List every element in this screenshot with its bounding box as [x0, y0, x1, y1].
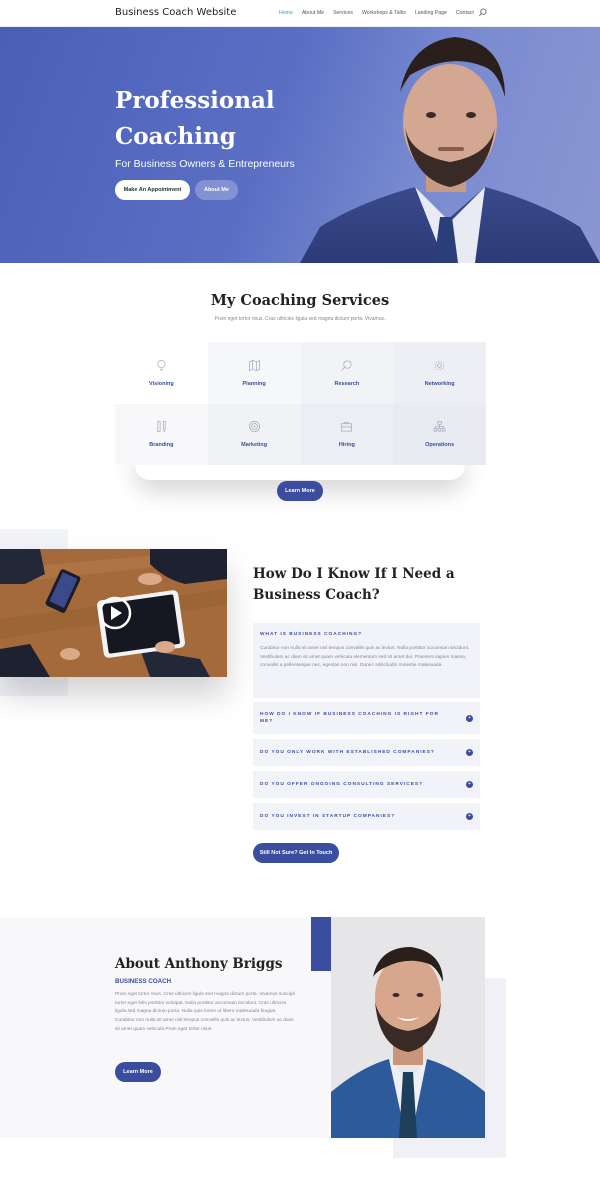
anthony-briggs-photo: [331, 917, 485, 1138]
about-role: BUSINESS COACH: [115, 978, 172, 985]
nav-item-landing[interactable]: Landing Page: [415, 10, 447, 16]
target-icon: [248, 421, 260, 433]
faq-question: DO YOU ONLY WORK WITH ESTABLISHED COMPAN…: [260, 750, 435, 755]
nav-item-services[interactable]: Services: [333, 10, 353, 16]
about-title: About Anthony Briggs: [115, 956, 283, 972]
service-label: Branding: [149, 442, 174, 449]
coach-portrait-image: [300, 37, 600, 263]
service-label: Operations: [425, 442, 455, 449]
faq-question: HOW DO I KNOW IF BUSINESS COACHING IS RI…: [260, 712, 439, 724]
nav-item-contact[interactable]: Contact: [456, 10, 474, 16]
faq-question: WHAT IS BUSINESS COACHING?: [260, 632, 363, 637]
faq-title: How Do I Know If I Need a Business Coach…: [253, 566, 455, 603]
expand-icon[interactable]: +: [466, 714, 473, 722]
faq-question: DO YOU OFFER ONGOING CONSULTING SERVICES…: [260, 782, 424, 787]
hero-subtitle: For Business Owners & Entrepreneurs: [115, 158, 295, 170]
nav-item-home[interactable]: Home: [279, 10, 293, 16]
services-grid: Visioning Planning Research Networking B…: [115, 342, 486, 465]
get-in-touch-button[interactable]: Still Not Sure? Get In Touch: [253, 843, 339, 863]
learn-more-button[interactable]: Learn More: [277, 481, 323, 501]
service-label: Marketing: [241, 442, 268, 449]
faq-item[interactable]: DO YOU INVEST IN STARTUP COMPANIES? +: [253, 803, 480, 830]
nav-item-workshops[interactable]: Workshops & Talks: [362, 10, 406, 16]
faq-item[interactable]: DO YOU ONLY WORK WITH ESTABLISHED COMPAN…: [253, 739, 480, 766]
org-chart-icon: [433, 421, 446, 432]
services-subtitle: Proin eget tortor risus. Cras ultricies …: [214, 316, 386, 322]
service-label: Networking: [424, 380, 455, 387]
service-card-planning[interactable]: Planning: [207, 342, 301, 404]
briefcase-icon: [341, 422, 353, 432]
expand-icon[interactable]: +: [466, 781, 473, 788]
service-label: Hiring: [338, 442, 355, 449]
top-navigation: Business Coach Website Home About Me Ser…: [0, 0, 600, 27]
accent-bar: [311, 917, 331, 971]
faq-item[interactable]: HOW DO I KNOW IF BUSINESS COACHING IS RI…: [253, 702, 480, 734]
service-label: Research: [334, 380, 360, 387]
service-label: Visioning: [149, 380, 174, 387]
hero-title: Professional Coaching: [115, 87, 275, 150]
service-card-marketing[interactable]: Marketing: [207, 403, 301, 465]
faq-item-open[interactable]: WHAT IS BUSINESS COACHING? Curabitur non…: [253, 623, 480, 698]
make-appointment-button[interactable]: Make An Appointment: [115, 180, 190, 200]
expand-icon[interactable]: +: [466, 813, 473, 820]
lightbulb-icon: [157, 359, 166, 371]
search-icon: [341, 360, 352, 371]
main-menu: Home About Me Services Workshops & Talks…: [279, 10, 474, 16]
about-description: Proin eget tortor risus. Cras ultricies …: [115, 992, 295, 1032]
faq-item[interactable]: DO YOU OFFER ONGOING CONSULTING SERVICES…: [253, 771, 480, 798]
service-card-visioning[interactable]: Visioning: [115, 342, 208, 404]
site-logo[interactable]: Business Coach Website: [115, 7, 236, 18]
map-icon: [248, 359, 260, 371]
services-title: My Coaching Services: [210, 292, 390, 309]
nav-item-about[interactable]: About Me: [302, 10, 324, 16]
about-learn-more-button[interactable]: Learn More: [115, 1062, 161, 1082]
service-card-networking[interactable]: Networking: [393, 342, 486, 404]
service-card-branding[interactable]: Branding: [115, 403, 208, 465]
service-label: Planning: [242, 380, 266, 387]
service-card-research[interactable]: Research: [300, 342, 394, 404]
play-icon[interactable]: [98, 596, 132, 630]
video-thumbnail[interactable]: [0, 549, 227, 677]
expand-icon[interactable]: +: [466, 749, 473, 756]
search-icon[interactable]: [478, 8, 487, 17]
service-card-operations[interactable]: Operations: [393, 403, 486, 465]
hero-section: Professional Coaching For Business Owner…: [0, 27, 600, 263]
service-card-hiring[interactable]: Hiring: [300, 403, 394, 465]
faq-question: DO YOU INVEST IN STARTUP COMPANIES?: [260, 814, 396, 819]
about-me-button[interactable]: About Me: [195, 180, 238, 200]
pen-ruler-icon: [157, 421, 166, 433]
gear-icon: [435, 360, 445, 370]
faq-answer: Curabitur non nulla sit amet nisl tempus…: [260, 646, 470, 668]
